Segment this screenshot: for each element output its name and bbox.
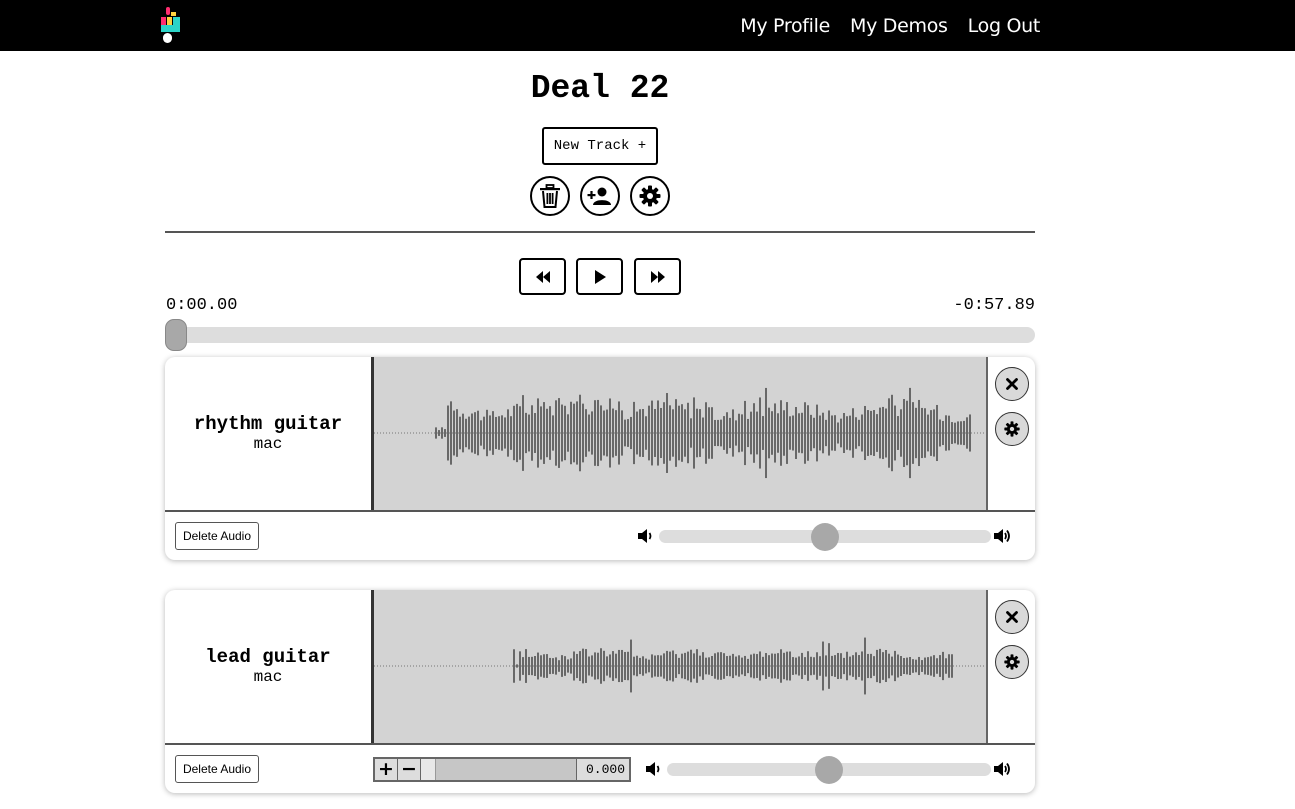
offset-value[interactable]: 0.000 [577, 759, 629, 780]
divider [165, 231, 1035, 233]
track-settings-button[interactable] [995, 412, 1029, 446]
nav-links: My Profile My Demos Log Out [740, 0, 1040, 51]
remove-track-button[interactable] [995, 600, 1029, 634]
track-card: rhythm guitar mac Delete Audio [165, 357, 1035, 560]
track-user: mac [253, 435, 283, 453]
gear-icon [1004, 654, 1020, 670]
nav-my-profile[interactable]: My Profile [740, 15, 830, 37]
delete-audio-button[interactable]: Delete Audio [175, 522, 259, 550]
track-card: lead guitar mac Delete Audio + − 0.000 [165, 590, 1035, 793]
offset-increase-button[interactable]: + [375, 759, 398, 780]
navbar: My Profile My Demos Log Out [0, 0, 1295, 51]
remaining-time: -0:57.89 [953, 296, 1035, 315]
volume-up-icon [994, 762, 1010, 776]
seek-slider-thumb[interactable] [165, 319, 187, 351]
volume-up-icon [994, 529, 1010, 543]
add-user-icon [587, 187, 611, 205]
offset-decrease-button[interactable]: − [398, 759, 421, 780]
demo-settings-button[interactable] [630, 176, 670, 216]
track-info: lead guitar mac [165, 590, 371, 743]
track-divider [165, 510, 1035, 512]
volume-down-icon [638, 529, 652, 543]
delete-demo-button[interactable] [530, 176, 570, 216]
trash-icon [540, 184, 560, 208]
track-name: rhythm guitar [193, 413, 343, 435]
volume-down-icon [646, 762, 660, 776]
delete-audio-button[interactable]: Delete Audio [175, 755, 259, 783]
waveform[interactable] [371, 590, 988, 743]
volume-slider-thumb[interactable] [815, 756, 843, 784]
gear-icon [639, 185, 661, 207]
close-icon [1006, 378, 1018, 390]
fast-forward-button[interactable] [634, 258, 681, 295]
track-name: lead guitar [205, 646, 331, 668]
app-logo[interactable] [161, 7, 183, 43]
rewind-icon [535, 270, 550, 283]
rewind-button[interactable] [519, 258, 566, 295]
offset-slider-thumb[interactable] [421, 759, 436, 780]
track-user: mac [253, 668, 283, 686]
waveform-graphic [374, 387, 984, 479]
track-settings-button[interactable] [995, 645, 1029, 679]
demo-title: Deal 22 [530, 70, 670, 107]
waveform-graphic [374, 637, 984, 695]
new-track-button[interactable]: New Track + [542, 127, 658, 165]
offset-control: + − 0.000 [373, 757, 631, 782]
waveform[interactable] [371, 357, 988, 510]
offset-slider[interactable] [421, 759, 577, 780]
close-icon [1006, 611, 1018, 623]
track-info: rhythm guitar mac [165, 357, 371, 510]
gear-icon [1004, 421, 1020, 437]
add-collaborator-button[interactable] [580, 176, 620, 216]
remove-track-button[interactable] [995, 367, 1029, 401]
nav-my-demos[interactable]: My Demos [850, 15, 948, 37]
track-divider [165, 743, 1035, 745]
fast-forward-icon [650, 270, 665, 283]
play-button[interactable] [576, 258, 623, 295]
nav-log-out[interactable]: Log Out [968, 15, 1041, 37]
play-icon [594, 269, 606, 284]
elapsed-time: 0:00.00 [166, 296, 238, 315]
volume-slider-thumb[interactable] [811, 523, 839, 551]
seek-slider[interactable] [165, 327, 1035, 343]
